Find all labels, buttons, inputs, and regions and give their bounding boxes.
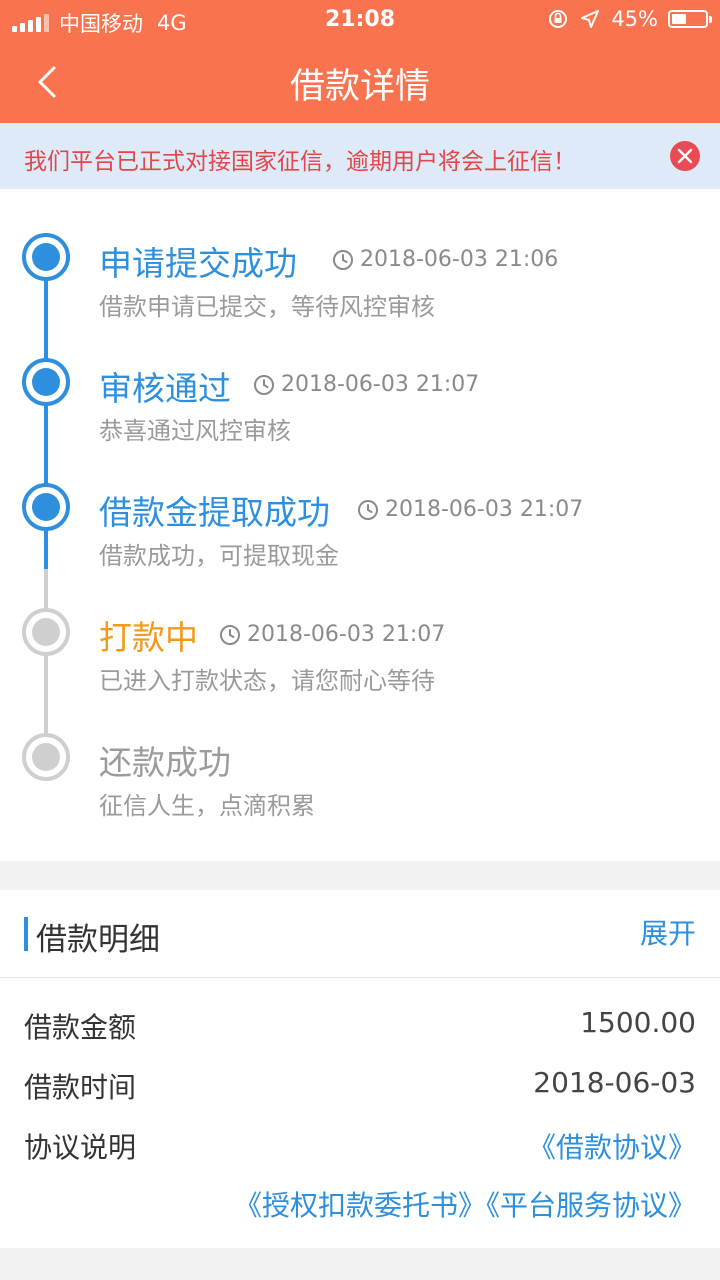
step-desc: 已进入打款状态，请您耐心等待 xyxy=(99,667,435,695)
step-desc: 借款成功，可提取现金 xyxy=(99,542,339,570)
battery-percent: 45% xyxy=(611,7,658,31)
row-label-time: 借款时间 xyxy=(24,1071,137,1104)
step-title-current: 打款中 xyxy=(99,618,198,657)
step-time-text: 2018-06-03 21:07 xyxy=(385,497,584,522)
row-label-amount: 借款金额 xyxy=(24,1011,137,1044)
step-time-text: 2018-06-03 21:07 xyxy=(281,372,480,397)
loan-detail-card: 借款明细 展开 借款金额 1500.00 借款时间 2018-06-03 协议说… xyxy=(0,890,720,1248)
step-desc: 征信人生，点滴积累 xyxy=(99,792,315,820)
step-title: 借款金提取成功 xyxy=(99,493,330,532)
authorization-letter-link[interactable]: 《授权扣款委托书》 xyxy=(234,1189,486,1222)
section-accent-bar xyxy=(24,917,28,951)
step-time: 2018-06-03 21:07 xyxy=(357,497,583,522)
step-dot-done xyxy=(22,483,70,531)
loan-agreement-link[interactable]: 《借款协议》 xyxy=(528,1126,696,1166)
step-time-text: 2018-06-03 21:07 xyxy=(247,622,446,647)
notice-banner: 我们平台已正式对接国家征信，逾期用户将会上征信！ xyxy=(0,123,720,189)
extra-agreement-links: 《授权扣款委托书》《平台服务协议》 xyxy=(234,1184,696,1224)
orientation-lock-icon xyxy=(549,10,568,28)
clock-icon xyxy=(220,624,240,645)
status-bar: 中国移动 4G 21:08 45% xyxy=(0,0,720,40)
row-value-amount: 1500.00 xyxy=(580,1006,696,1039)
step-time: 2018-06-03 21:07 xyxy=(253,372,479,397)
divider xyxy=(0,977,720,978)
nav-bar: 借款详情 xyxy=(0,40,720,123)
step-desc: 借款申请已提交，等待风控审核 xyxy=(99,293,435,321)
step-title-pending: 还款成功 xyxy=(99,743,231,782)
clock-icon xyxy=(333,249,353,270)
step-dot-done xyxy=(22,233,70,281)
row-value-time: 2018-06-03 xyxy=(533,1066,696,1099)
battery-level xyxy=(672,14,687,24)
notice-text: 我们平台已正式对接国家征信，逾期用户将会上征信！ xyxy=(24,149,576,175)
step-dot-pending xyxy=(22,608,70,656)
step-time-text: 2018-06-03 21:06 xyxy=(360,247,559,272)
step-time: 2018-06-03 21:06 xyxy=(332,247,558,272)
expand-button[interactable]: 展开 xyxy=(640,912,696,952)
detail-title: 借款明细 xyxy=(36,922,160,958)
clock-icon xyxy=(358,499,378,520)
status-right: 45% xyxy=(547,7,712,31)
step-time: 2018-06-03 21:07 xyxy=(219,622,445,647)
row-label-agreement: 协议说明 xyxy=(24,1131,137,1164)
app-header: 中国移动 4G 21:08 45% 借款详情 xyxy=(0,0,720,123)
clock-icon xyxy=(254,374,274,395)
location-arrow-icon xyxy=(581,10,600,28)
timeline-line-pending xyxy=(44,569,48,757)
step-dot-done xyxy=(22,358,70,406)
close-icon xyxy=(677,148,693,164)
battery-icon xyxy=(668,10,712,28)
platform-service-agreement-link[interactable]: 《平台服务协议》 xyxy=(486,1189,696,1222)
progress-timeline: 申请提交成功 2018-06-03 21:06 借款申请已提交，等待风控审核 审… xyxy=(0,189,720,861)
notice-close-button[interactable] xyxy=(670,141,700,171)
page-title: 借款详情 xyxy=(289,67,430,107)
step-dot-pending xyxy=(22,733,70,781)
step-desc: 恭喜通过风控审核 xyxy=(99,417,291,445)
step-title: 申请提交成功 xyxy=(99,244,297,283)
step-title: 审核通过 xyxy=(99,369,231,408)
